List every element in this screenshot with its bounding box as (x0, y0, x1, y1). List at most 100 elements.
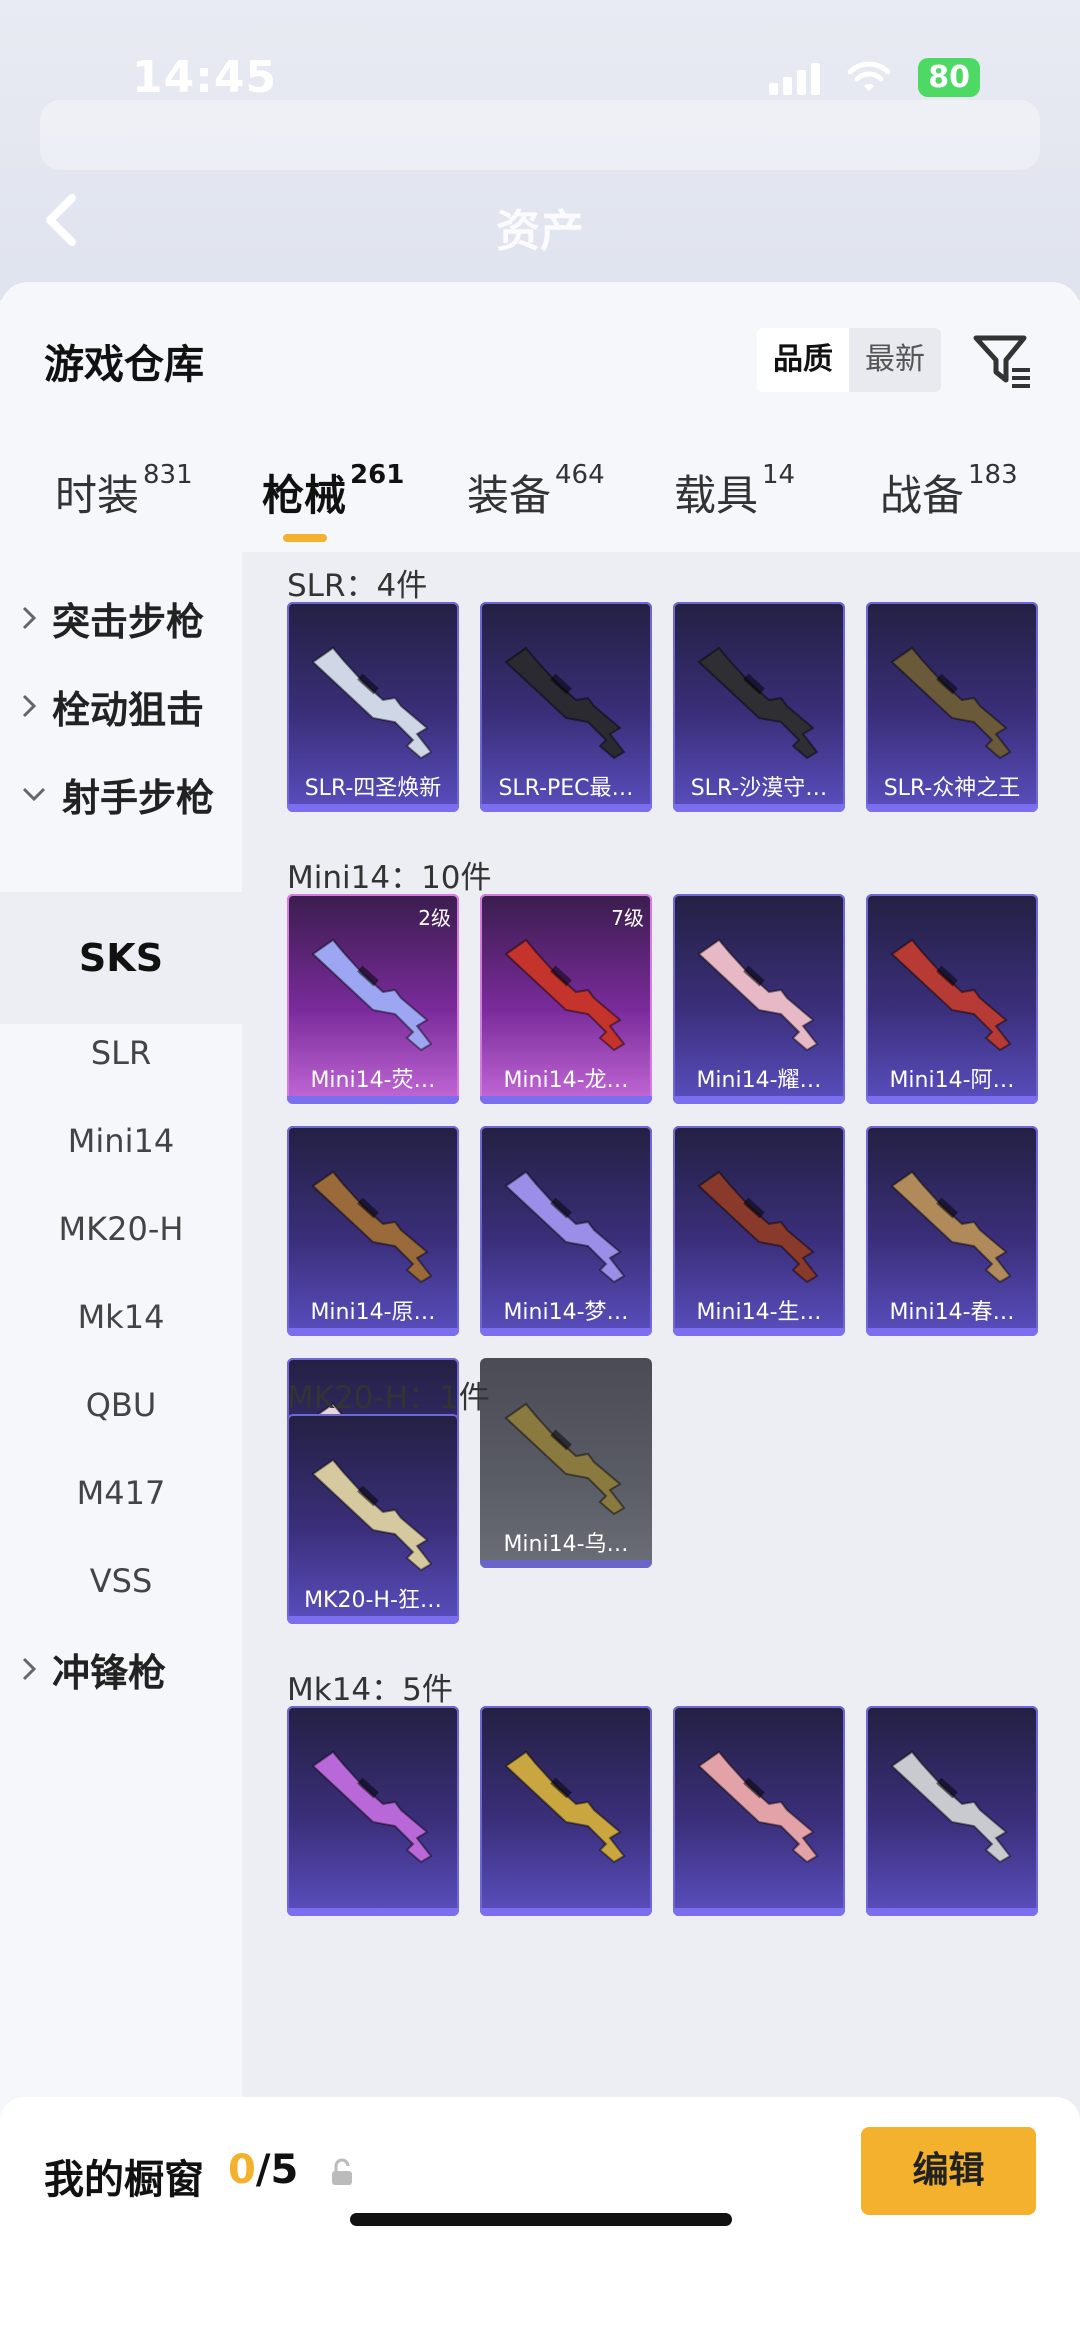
weapon-skin-card[interactable]: Mini14-生… (673, 1126, 845, 1336)
weapon-skin-grid: SLR：4件 SLR-四圣焕新 SLR-PEC最… SLR-沙漠守… SLR-众神之王 M… (242, 552, 1080, 2212)
card-name: Mini14-阿… (889, 1068, 1015, 1093)
sheet-title: 游戏仓库 (44, 342, 204, 388)
battery-indicator: 80 (918, 58, 980, 97)
sort-toggle: 品质 最新 (757, 328, 941, 392)
weapon-skin-card[interactable]: 7级 Mini14-龙… (480, 894, 652, 1104)
card-name: Mini14-春… (889, 1300, 1015, 1325)
chevron-down-icon (22, 787, 46, 802)
card-name: Mini14-乌… (503, 1532, 629, 1557)
weapon-skin-card[interactable]: SLR-四圣焕新 (287, 602, 459, 812)
sidebar-group-marksman-rifle[interactable]: 射手步枪 (0, 728, 242, 860)
weapon-skin-card[interactable]: SLR-PEC最… (480, 602, 652, 812)
gun-skin-icon (504, 938, 626, 1052)
weapon-skin-card[interactable] (866, 1706, 1038, 1916)
weapon-skin-card[interactable]: Mini14-春… (866, 1126, 1038, 1336)
blurred-background (40, 100, 1040, 170)
sheet-header: 游戏仓库 品质 最新 时装 831 枪械 261 装备 464 载具 14 战备… (0, 282, 1080, 552)
tab-guns[interactable]: 枪械 261 (262, 460, 405, 523)
weapon-skin-card[interactable]: SLR-众神之王 (866, 602, 1038, 812)
tab-count: 261 (350, 460, 405, 490)
card-quality-bar (480, 1560, 652, 1568)
card-name: SLR-四圣焕新 (304, 776, 442, 801)
sidebar-group-label: 栓动狙击 (52, 687, 205, 732)
lock-icon (332, 2158, 352, 2185)
card-name: SLR-沙漠守… (690, 776, 828, 801)
card-name: Mini14-原… (310, 1300, 436, 1325)
card-name: Mini14-龙… (503, 1068, 629, 1093)
weapon-category-sidebar: 突击步枪 栓动狙击 射手步枪 SKS SLR Mini14 MK20-H Mk1… (0, 552, 242, 2212)
chevron-right-icon (22, 606, 37, 630)
weapon-skin-card[interactable]: Mini14-阿… (866, 894, 1038, 1104)
status-icons: 80 (769, 58, 980, 97)
card-quality-bar (480, 1328, 652, 1336)
tab-vehicles[interactable]: 载具 14 (674, 460, 796, 523)
card-quality-bar (673, 1328, 845, 1336)
card-quality-bar (866, 1328, 1038, 1336)
weapon-skin-card[interactable] (480, 1706, 652, 1916)
tab-count: 183 (968, 460, 1018, 490)
tab-label: 时装 (55, 471, 140, 520)
gun-skin-icon (311, 1458, 433, 1572)
gun-skin-icon (311, 1170, 433, 1284)
card-name: MK20-H-狂… (304, 1588, 442, 1613)
gun-skin-icon (890, 938, 1012, 1052)
weapon-skin-card[interactable]: Mini14-梦… (480, 1126, 652, 1336)
wifi-icon (847, 61, 891, 91)
sidebar-group-label: 射手步枪 (62, 775, 215, 820)
weapon-skin-card[interactable]: Mini14-原… (287, 1126, 459, 1336)
filter-icon[interactable] (970, 328, 1034, 392)
tab-equipment[interactable]: 装备 464 (467, 460, 605, 523)
weapon-skin-card[interactable] (673, 1706, 845, 1916)
tab-label: 枪械 (262, 471, 347, 520)
weapon-skin-card[interactable] (287, 1706, 459, 1916)
card-quality-bar (673, 804, 845, 812)
gun-skin-icon (890, 646, 1012, 760)
weapon-skin-card[interactable]: MK20-H-狂… (287, 1414, 459, 1624)
showcase-current: 0 (228, 2147, 256, 2193)
gun-skin-icon (504, 1402, 626, 1516)
showcase-label: 我的橱窗 (44, 2157, 204, 2203)
sort-quality-button[interactable]: 品质 (757, 328, 849, 392)
card-quality-bar (673, 1908, 845, 1916)
card-quality-bar (866, 1096, 1038, 1104)
card-quality-bar (866, 1908, 1038, 1916)
weapon-skin-card[interactable]: 2级 Mini14-荧… (287, 894, 459, 1104)
weapon-skin-card[interactable]: Mini14-乌… (480, 1358, 652, 1568)
gun-skin-icon (504, 1750, 626, 1864)
showcase-total: /5 (255, 2147, 299, 2193)
showcase-count: 0/5 (228, 2147, 298, 2193)
tab-count: 464 (555, 460, 605, 490)
chevron-right-icon (22, 694, 37, 718)
card-name: SLR-众神之王 (883, 776, 1021, 801)
gun-skin-icon (311, 1750, 433, 1864)
card-quality-bar (287, 1908, 459, 1916)
card-quality-bar (287, 804, 459, 812)
weapon-skin-card[interactable]: SLR-沙漠守… (673, 602, 845, 812)
gun-skin-icon (697, 938, 819, 1052)
tab-count: 14 (762, 460, 796, 490)
sidebar-group-label: 冲锋枪 (52, 1650, 167, 1695)
active-tab-indicator (283, 534, 327, 542)
tab-fashion[interactable]: 时装 831 (55, 460, 193, 523)
edit-button[interactable]: 编辑 (861, 2127, 1036, 2215)
tab-label: 装备 (467, 471, 552, 520)
weapon-skin-card[interactable]: Mini14-耀… (673, 894, 845, 1104)
status-time: 14:45 (132, 52, 278, 103)
sort-newest-button[interactable]: 最新 (849, 328, 941, 392)
page-title: 资产 (496, 206, 584, 257)
card-quality-bar (287, 1328, 459, 1336)
gun-skin-icon (697, 1170, 819, 1284)
sidebar-group-label: 突击步枪 (52, 599, 205, 644)
card-name: Mini14-荧… (310, 1068, 436, 1093)
card-name: Mini14-梦… (503, 1300, 629, 1325)
tab-label: 战备 (880, 471, 965, 520)
card-quality-bar (287, 1096, 459, 1104)
home-indicator (350, 2213, 732, 2226)
section-title: MK20-H：1件 (287, 1380, 490, 1416)
card-quality-bar (480, 804, 652, 812)
tab-count: 831 (143, 460, 193, 490)
card-quality-bar (673, 1096, 845, 1104)
tab-supplies[interactable]: 战备 183 (880, 460, 1018, 523)
card-name: Mini14-生… (696, 1300, 822, 1325)
sidebar-group-smg[interactable]: 冲锋枪 (0, 1603, 242, 1735)
